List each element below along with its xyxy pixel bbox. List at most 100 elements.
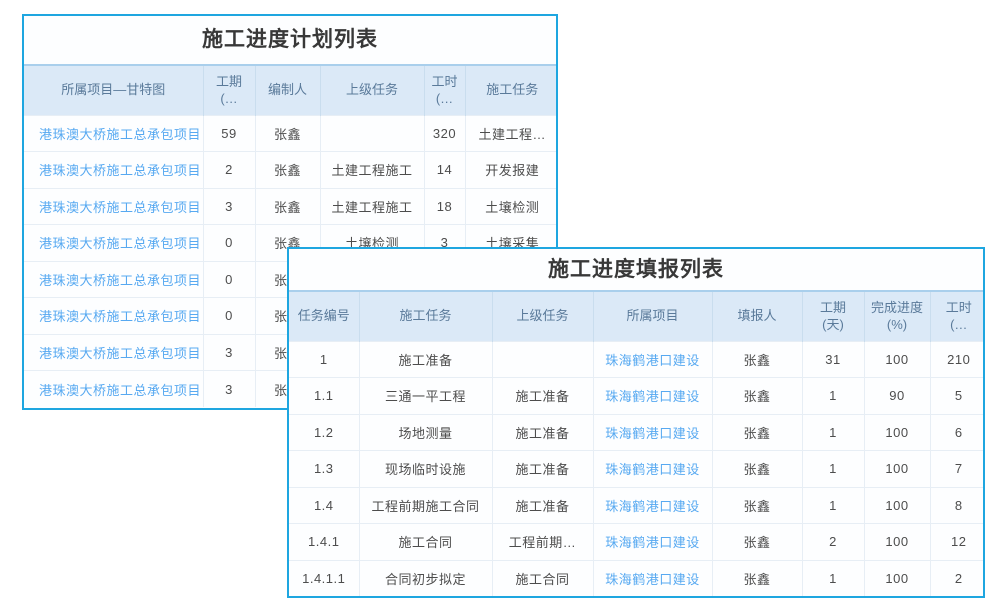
cell: 90 (864, 378, 930, 415)
cell: 12 (930, 524, 985, 561)
cell: 59 (203, 115, 255, 152)
col-header-parent-task: 上级任务 (320, 65, 424, 115)
cell: 张鑫 (712, 341, 802, 378)
cell: 2 (930, 560, 985, 597)
cell: 张鑫 (255, 188, 320, 225)
cell: 210 (930, 341, 985, 378)
cell: 1.4.1 (289, 524, 359, 561)
cell: 1 (802, 378, 864, 415)
cell: 1 (802, 414, 864, 451)
cell: 100 (864, 451, 930, 488)
cell: 开发报建 (465, 152, 558, 189)
col-header-task: 施工任务 (465, 65, 558, 115)
cell: 施工准备 (359, 341, 492, 378)
project-link[interactable]: 珠海鹤港口建设 (593, 524, 712, 561)
cell: 张鑫 (712, 414, 802, 451)
cell: 土建工程施工 (320, 152, 424, 189)
table-row: 港珠澳大桥施工总承包项目2张鑫土建工程施工14开发报建 (24, 152, 558, 189)
cell: 土建工程… (465, 115, 558, 152)
cell: 张鑫 (255, 152, 320, 189)
cell: 7 (930, 451, 985, 488)
table-row: 1施工准备珠海鹤港口建设张鑫31100210 (289, 341, 985, 378)
cell: 0 (203, 298, 255, 335)
cell: 3 (203, 371, 255, 408)
cell: 1.4 (289, 487, 359, 524)
cell: 张鑫 (712, 524, 802, 561)
cell: 100 (864, 341, 930, 378)
plan-table-title: 施工进度计划列表 (24, 16, 556, 64)
cell: 土壤检测 (465, 188, 558, 225)
table-row: 1.4工程前期施工合同施工准备珠海鹤港口建设张鑫11008 (289, 487, 985, 524)
col-header-task-id: 任务编号 (289, 291, 359, 341)
project-link[interactable]: 港珠澳大桥施工总承包项目 (24, 188, 203, 225)
cell: 0 (203, 225, 255, 262)
project-link[interactable]: 珠海鹤港口建设 (593, 341, 712, 378)
cell: 现场临时设施 (359, 451, 492, 488)
plan-header-row: 所属项目—甘特图 工期 (… 编制人 上级任务 工时 (… 施工任务 (24, 65, 558, 115)
col-header-duration-days: 工期 (天) (802, 291, 864, 341)
cell: 土建工程施工 (320, 188, 424, 225)
cell: 1 (802, 487, 864, 524)
cell (492, 341, 593, 378)
report-table-panel: 施工进度填报列表 任务编号 施工任务 上级任务 所属项目 填报人 工期 (天) … (287, 247, 985, 598)
project-link[interactable]: 港珠澳大桥施工总承包项目 (24, 115, 203, 152)
cell: 施工合同 (492, 560, 593, 597)
cell: 1.4.1.1 (289, 560, 359, 597)
table-row: 1.3现场临时设施施工准备珠海鹤港口建设张鑫11007 (289, 451, 985, 488)
cell: 3 (203, 188, 255, 225)
col-header-project: 所属项目 (593, 291, 712, 341)
col-header-project-gantt: 所属项目—甘特图 (24, 65, 203, 115)
project-link[interactable]: 港珠澳大桥施工总承包项目 (24, 334, 203, 371)
table-row: 1.1三通一平工程施工准备珠海鹤港口建设张鑫1905 (289, 378, 985, 415)
cell: 张鑫 (712, 487, 802, 524)
cell: 100 (864, 414, 930, 451)
cell: 100 (864, 524, 930, 561)
cell: 1 (289, 341, 359, 378)
cell (320, 115, 424, 152)
project-link[interactable]: 珠海鹤港口建设 (593, 560, 712, 597)
project-link[interactable]: 港珠澳大桥施工总承包项目 (24, 371, 203, 408)
report-header-row: 任务编号 施工任务 上级任务 所属项目 填报人 工期 (天) 完成进度 (%) … (289, 291, 985, 341)
cell: 施工合同 (359, 524, 492, 561)
project-link[interactable]: 港珠澳大桥施工总承包项目 (24, 261, 203, 298)
cell: 施工准备 (492, 487, 593, 524)
project-link[interactable]: 港珠澳大桥施工总承包项目 (24, 152, 203, 189)
cell: 三通一平工程 (359, 378, 492, 415)
project-link[interactable]: 珠海鹤港口建设 (593, 378, 712, 415)
cell: 工程前期… (492, 524, 593, 561)
table-row: 港珠澳大桥施工总承包项目3张鑫土建工程施工18土壤检测 (24, 188, 558, 225)
col-header-duration: 工期 (… (203, 65, 255, 115)
cell: 2 (802, 524, 864, 561)
cell: 场地测量 (359, 414, 492, 451)
project-link[interactable]: 港珠澳大桥施工总承包项目 (24, 225, 203, 262)
col-header-progress-percent: 完成进度 (%) (864, 291, 930, 341)
cell: 施工准备 (492, 378, 593, 415)
cell: 5 (930, 378, 985, 415)
col-header-work-hours: 工时 (… (930, 291, 985, 341)
table-row: 1.2场地测量施工准备珠海鹤港口建设张鑫11006 (289, 414, 985, 451)
cell: 张鑫 (255, 115, 320, 152)
cell: 8 (930, 487, 985, 524)
cell: 1.2 (289, 414, 359, 451)
cell: 2 (203, 152, 255, 189)
col-header-reporter: 填报人 (712, 291, 802, 341)
report-table-title: 施工进度填报列表 (289, 249, 983, 290)
project-link[interactable]: 珠海鹤港口建设 (593, 487, 712, 524)
cell: 18 (424, 188, 465, 225)
cell: 1.3 (289, 451, 359, 488)
project-link[interactable]: 珠海鹤港口建设 (593, 414, 712, 451)
cell: 施工准备 (492, 451, 593, 488)
project-link[interactable]: 港珠澳大桥施工总承包项目 (24, 298, 203, 335)
cell: 0 (203, 261, 255, 298)
table-row: 1.4.1.1合同初步拟定施工合同珠海鹤港口建设张鑫11002 (289, 560, 985, 597)
col-header-author: 编制人 (255, 65, 320, 115)
cell: 3 (203, 334, 255, 371)
project-link[interactable]: 珠海鹤港口建设 (593, 451, 712, 488)
col-header-task: 施工任务 (359, 291, 492, 341)
cell: 1.1 (289, 378, 359, 415)
report-table: 任务编号 施工任务 上级任务 所属项目 填报人 工期 (天) 完成进度 (%) … (289, 290, 985, 597)
table-row: 港珠澳大桥施工总承包项目59张鑫 320土建工程… (24, 115, 558, 152)
cell: 320 (424, 115, 465, 152)
table-row: 1.4.1施工合同工程前期…珠海鹤港口建设张鑫210012 (289, 524, 985, 561)
cell: 1 (802, 560, 864, 597)
